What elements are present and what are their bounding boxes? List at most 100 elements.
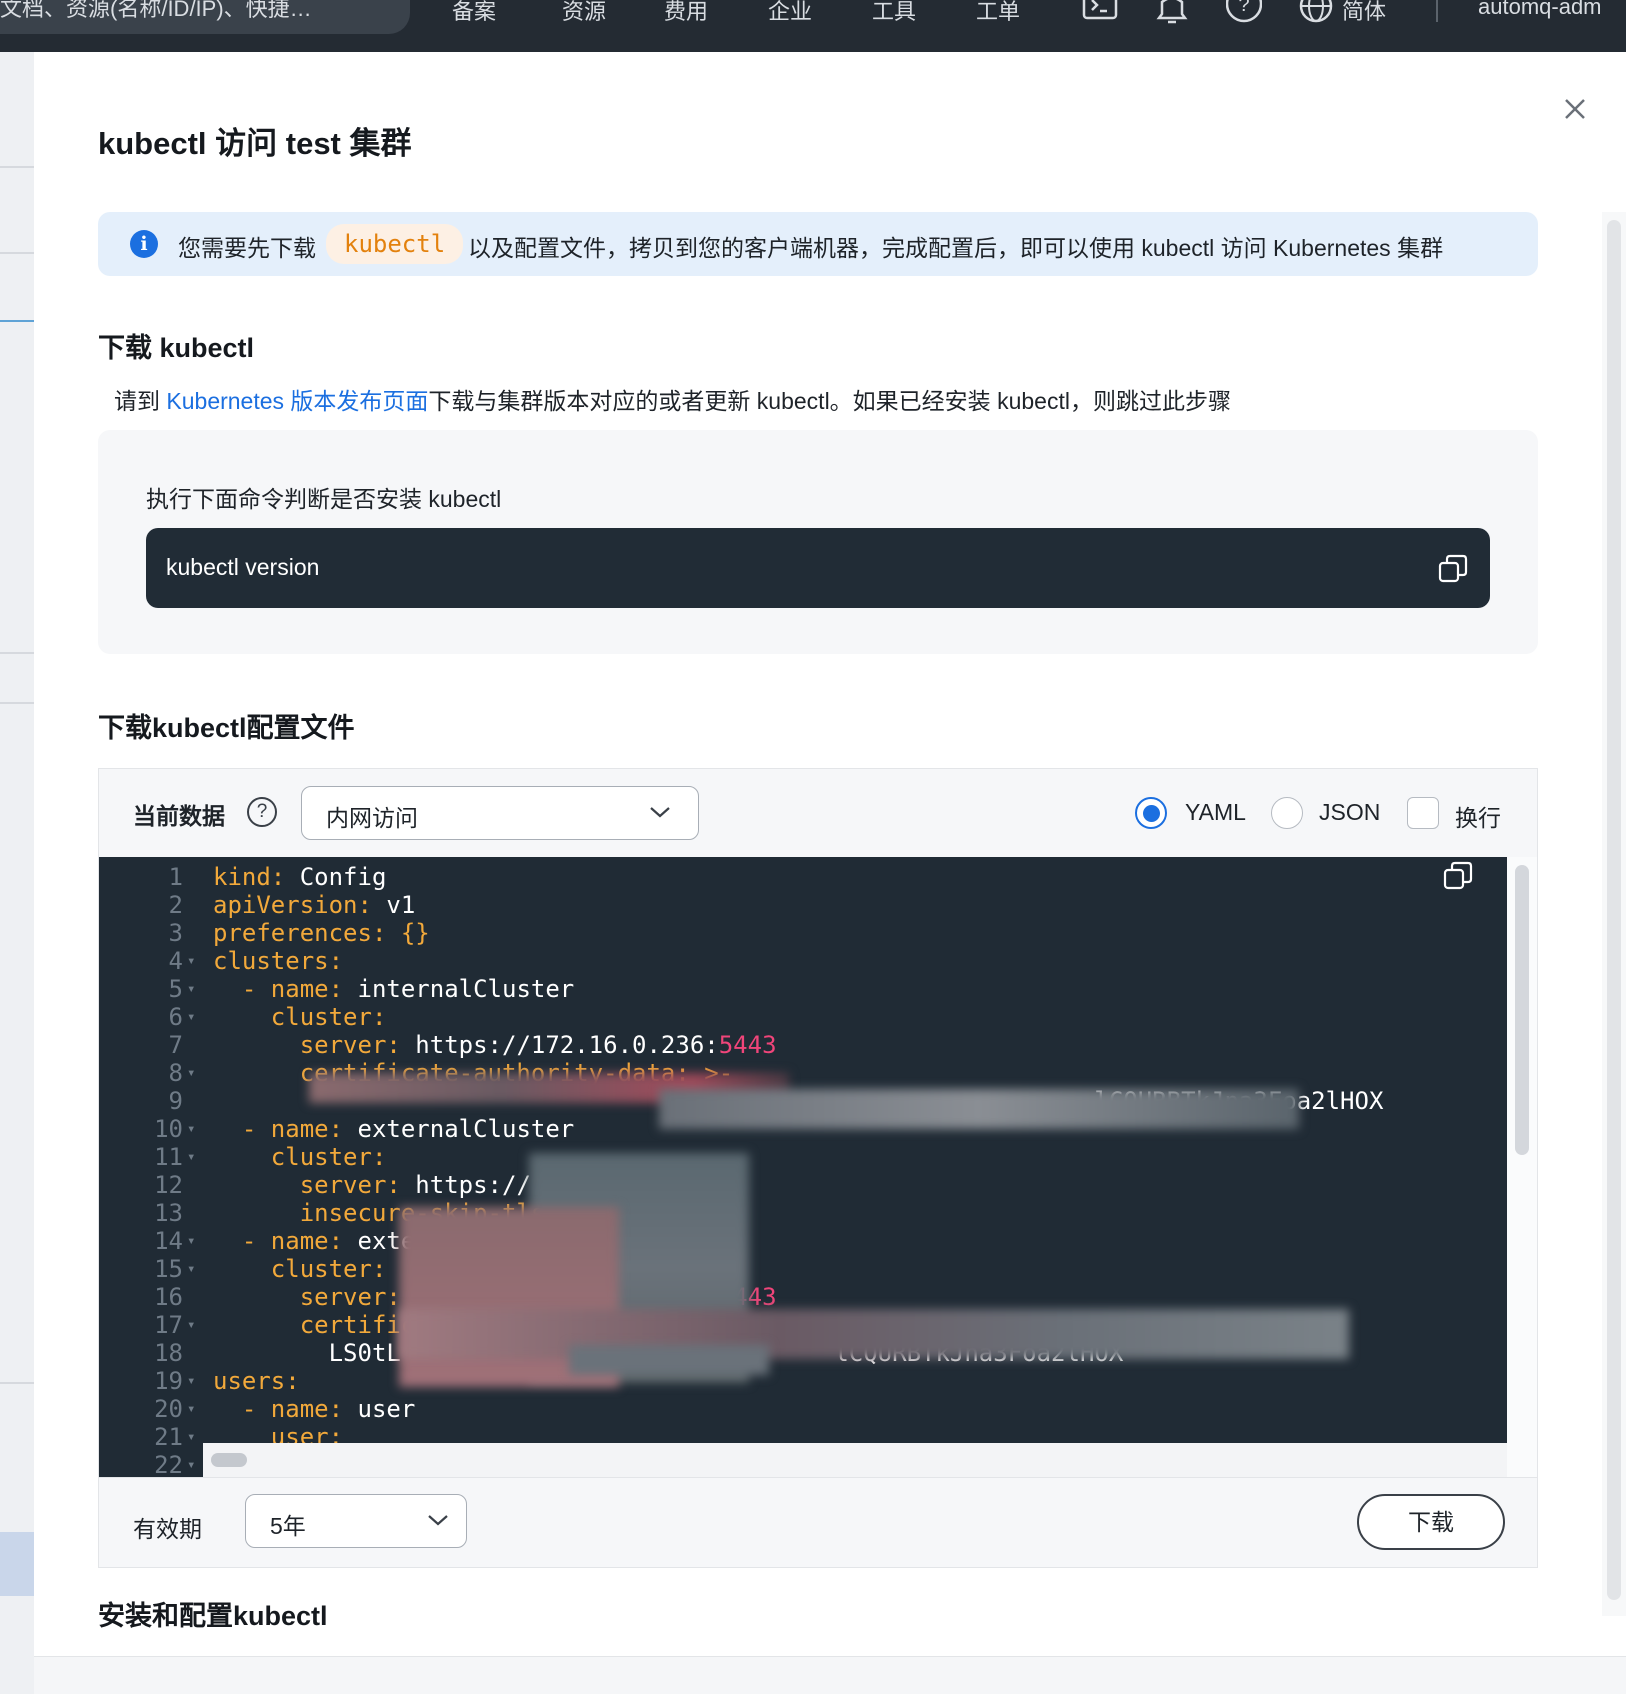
nav-item-tools[interactable]: 工具 <box>872 0 916 26</box>
validity-value: 5年 <box>270 1513 306 1539</box>
yaml-value: https://172.16.0.236: <box>400 1031 719 1059</box>
fold-toggle-icon[interactable]: ▾ <box>187 1149 195 1165</box>
line-number: 14 <box>154 1227 183 1255</box>
yaml-value: user <box>343 1395 416 1423</box>
yaml-value: internalCluster <box>343 975 575 1003</box>
description-suffix: 下载与集群版本对应的或者更新 kubectl。如果已经安装 kubectl，则跳… <box>428 388 1231 414</box>
yaml-key: {} <box>386 919 430 947</box>
radio-yaml[interactable] <box>1135 797 1167 829</box>
code-line: clusters: <box>213 947 343 975</box>
code-line: cluster: <box>213 1003 387 1031</box>
line-number: 20 <box>154 1395 183 1423</box>
yaml-key: - name: <box>213 1227 344 1255</box>
line-number: 10 <box>154 1115 183 1143</box>
terminal-icon[interactable] <box>1082 0 1118 28</box>
fold-toggle-icon[interactable]: ▾ <box>187 1401 195 1417</box>
vertical-scrollbar[interactable] <box>1507 857 1537 1477</box>
fold-toggle-icon[interactable]: ▾ <box>187 953 195 969</box>
code-line: - name: externalCluster <box>213 1115 574 1143</box>
section-title-download-kubectl: 下载 kubectl <box>98 333 255 363</box>
nav-divider <box>1436 0 1438 22</box>
code-line: - name: internalCluster <box>213 975 574 1003</box>
fold-toggle-icon[interactable]: ▾ <box>187 1261 195 1277</box>
code-line: apiVersion: v1 <box>213 891 415 919</box>
fold-toggle-icon[interactable]: ▾ <box>187 1009 195 1025</box>
alert-code-kubectl: kubectl <box>326 224 464 264</box>
yaml-key: - name: <box>213 975 344 1003</box>
close-icon[interactable] <box>1556 92 1596 132</box>
fold-toggle-icon[interactable]: ▾ <box>187 1065 195 1081</box>
validity-select[interactable]: 5年 <box>245 1494 467 1548</box>
code-line: - name: user <box>213 1395 415 1423</box>
radio-json-label[interactable]: JSON <box>1319 799 1380 826</box>
line-number: 16 <box>154 1283 183 1311</box>
check-install-label: 执行下面命令判断是否安装 kubectl <box>146 486 502 512</box>
yaml-key: clusters: <box>213 947 344 975</box>
description-prefix: 请到 <box>114 388 167 414</box>
help-icon[interactable]: ? <box>1226 0 1262 28</box>
fold-toggle-icon[interactable]: ▾ <box>187 1121 195 1137</box>
code-line: preferences: {} <box>213 919 430 947</box>
line-number: 4 <box>168 947 183 975</box>
radio-json[interactable] <box>1271 797 1303 829</box>
wrap-checkbox-label[interactable]: 换行 <box>1455 799 1501 833</box>
wrap-checkbox[interactable] <box>1407 797 1439 829</box>
scrollbar-thumb[interactable] <box>1515 865 1529 1155</box>
language-switch[interactable]: 简体 <box>1342 0 1386 26</box>
kubernetes-release-link[interactable]: Kubernetes 版本发布页面 <box>166 388 428 414</box>
command-block: kubectl version <box>146 528 1490 608</box>
copy-icon[interactable] <box>1443 861 1473 891</box>
code-line: server: https://172.16.0.236:5443 <box>213 1031 777 1059</box>
info-icon: i <box>130 230 158 258</box>
chevron-down-icon <box>428 1515 448 1526</box>
fold-toggle-icon[interactable]: ▾ <box>187 1457 195 1473</box>
yaml-code-editor[interactable]: 1 2 3 4 ▾ 5 ▾ 6 ▾ 7 8 ▾ 9 10 ▾ 11 ▾ 12 13 14 ▾ 15 ▾ 16 17 ▾ 18 19 ▾ 2… <box>99 857 1507 1477</box>
redaction-mask <box>399 1309 1349 1359</box>
fold-toggle-icon[interactable]: ▾ <box>187 1317 195 1333</box>
scrollbar-thumb[interactable] <box>1607 220 1621 1600</box>
global-search-input[interactable]: 文档、资源(名称/ID/IP)、快捷… <box>0 0 410 34</box>
yaml-key: - name: <box>213 1115 344 1143</box>
fold-toggle-icon[interactable]: ▾ <box>187 1233 195 1249</box>
dialog-bottom-bar <box>34 1656 1626 1694</box>
nav-item-filing[interactable]: 备案 <box>452 0 496 26</box>
top-nav-bar: 文档、资源(名称/ID/IP)、快捷… 备案 资源 费用 企业 工具 工单 ? … <box>0 0 1626 52</box>
nav-item-resources[interactable]: 资源 <box>562 0 606 26</box>
download-button[interactable]: 下载 <box>1357 1494 1505 1550</box>
access-type-select[interactable]: 内网访问 <box>301 786 699 840</box>
nav-item-billing[interactable]: 费用 <box>664 0 708 26</box>
line-number: 15 <box>154 1255 183 1283</box>
fold-toggle-icon[interactable]: ▾ <box>187 1429 195 1445</box>
horizontal-scrollbar[interactable] <box>203 1443 1507 1477</box>
copy-icon[interactable] <box>1438 554 1468 584</box>
yaml-key: - name: <box>213 1395 344 1423</box>
code-line: users: <box>213 1367 300 1395</box>
bell-icon[interactable] <box>1154 0 1190 28</box>
radio-yaml-label[interactable]: YAML <box>1185 799 1246 826</box>
redaction-mask <box>569 1345 769 1375</box>
fold-toggle-icon[interactable]: ▾ <box>187 981 195 997</box>
config-file-panel: 当前数据 ? 内网访问 YAML JSON 换行 1 2 3 4 ▾ 5 ▾ 6 ▾ 7 8 ▾ 9 10… <box>98 768 1538 1568</box>
scrollbar-thumb[interactable] <box>211 1453 247 1467</box>
yaml-key: cluster: <box>213 1143 387 1171</box>
nav-item-tickets[interactable]: 工单 <box>976 0 1020 26</box>
code-line: cluster: <box>213 1143 387 1171</box>
question-icon[interactable]: ? <box>247 797 277 827</box>
line-number: 2 <box>168 891 183 919</box>
line-number: 5 <box>168 975 183 1003</box>
config-toolbar: 当前数据 ? 内网访问 YAML JSON 换行 <box>99 769 1537 857</box>
fold-toggle-icon[interactable]: ▾ <box>187 1373 195 1389</box>
info-alert: i 您需要先下载 kubectl 以及配置文件，拷贝到您的客户端机器，完成配置后… <box>98 212 1538 276</box>
globe-icon[interactable] <box>1298 0 1334 28</box>
line-number: 12 <box>154 1171 183 1199</box>
chevron-down-icon <box>650 807 670 818</box>
line-number: 11 <box>154 1143 183 1171</box>
nav-item-enterprise[interactable]: 企业 <box>768 0 812 26</box>
dialog-scrollbar[interactable] <box>1602 212 1626 1616</box>
line-number: 9 <box>168 1087 183 1115</box>
line-number-gutter: 1 2 3 4 ▾ 5 ▾ 6 ▾ 7 8 ▾ 9 10 ▾ 11 ▾ 12 13 14 ▾ 15 ▾ 16 17 ▾ 18 19 ▾ 2… <box>99 857 199 1477</box>
account-menu[interactable]: automq-adm <box>1478 0 1602 20</box>
yaml-number: 5443 <box>718 1031 777 1059</box>
line-number: 19 <box>154 1367 183 1395</box>
code-line: kind: Config <box>213 863 386 891</box>
